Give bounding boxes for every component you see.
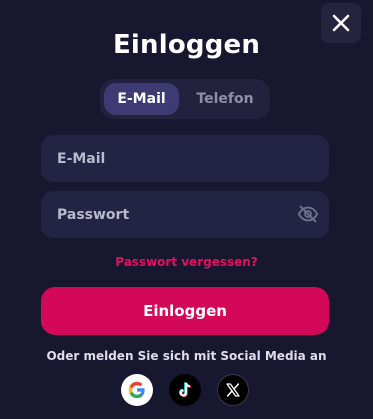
password-field[interactable] xyxy=(41,191,329,238)
tiktok-icon xyxy=(179,382,191,398)
x-icon xyxy=(226,383,240,397)
password-input[interactable] xyxy=(57,206,287,223)
x-login-button[interactable] xyxy=(217,374,249,406)
tab-email[interactable]: E-Mail xyxy=(104,83,179,115)
login-method-tabs: E-Mail Telefon xyxy=(100,79,270,119)
tiktok-login-button[interactable] xyxy=(169,374,201,406)
dialog-title: Einloggen xyxy=(112,30,261,60)
forgot-password-link[interactable]: Passwort vergessen? xyxy=(0,255,373,269)
social-login-prompt: Oder melden Sie sich mit Social Media an xyxy=(46,349,327,363)
google-login-button[interactable] xyxy=(121,374,153,406)
google-icon xyxy=(128,381,145,399)
email-input[interactable] xyxy=(57,150,287,167)
email-field[interactable] xyxy=(41,135,329,182)
tab-phone[interactable]: Telefon xyxy=(185,83,265,115)
eye-off-icon[interactable] xyxy=(297,203,319,225)
login-button[interactable]: Einloggen xyxy=(41,287,329,335)
login-dialog: Einloggen E-Mail Telefon Passwort verges… xyxy=(0,0,373,419)
